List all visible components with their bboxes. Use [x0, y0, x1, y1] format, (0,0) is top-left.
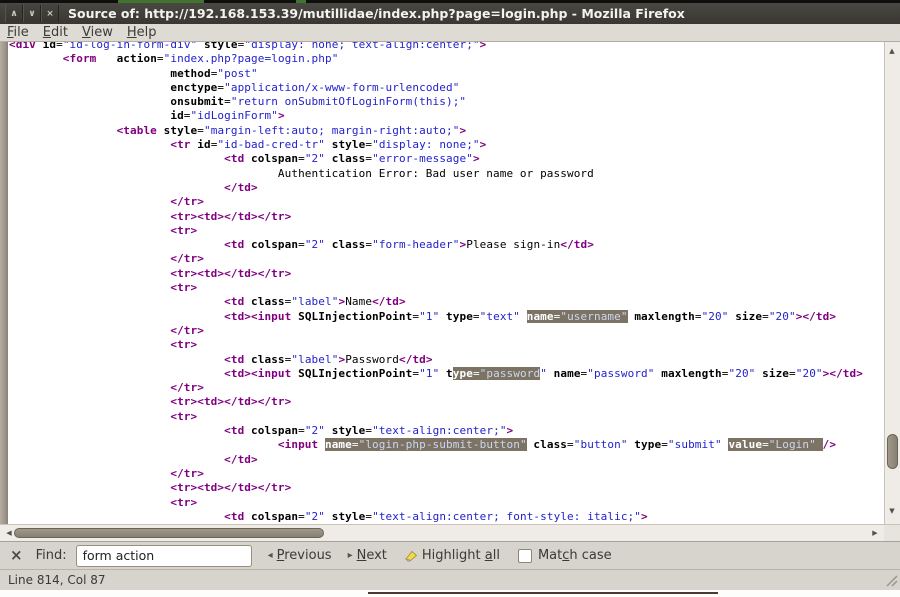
highlight-all-label: Highlight all [422, 548, 500, 563]
source-line: <tr><td></td></tr> [9, 267, 863, 281]
shade-window-button[interactable]: ∧ [5, 5, 23, 22]
source-line: <table style="margin-left:auto; margin-r… [9, 124, 863, 138]
source-line: enctype="application/x-www-form-urlencod… [9, 81, 863, 95]
find-close-icon[interactable]: × [10, 548, 23, 563]
source-line: id="idLoginForm"> [9, 109, 863, 123]
scroll-up-arrow-icon[interactable]: ▲ [885, 44, 899, 58]
source-line: Authentication Error: Bad user name or p… [9, 167, 863, 181]
source-line: <input name="login-php-submit-button" cl… [9, 438, 863, 452]
source-line: </tr> [9, 252, 863, 266]
source-line: <td><input SQLInjectionPoint="1" type="p… [9, 367, 863, 381]
source-line: </tr> [9, 381, 863, 395]
vertical-scrollbar-thumb[interactable] [887, 434, 898, 469]
source-line: </td> [9, 453, 863, 467]
lower-window-button[interactable]: ∨ [23, 5, 41, 22]
horizontal-scrollbar-thumb[interactable] [14, 528, 324, 538]
lower-icon: ∨ [28, 9, 35, 19]
find-input[interactable] [76, 545, 252, 567]
match-case-label: Match case [538, 548, 612, 563]
source-line: <td colspan="2" class="error-message"> [9, 152, 863, 166]
menubar: File Edit View Help [0, 24, 900, 42]
menu-file[interactable]: File [0, 25, 36, 40]
titlebar[interactable]: ∧ ∨ × Source of: http://192.168.153.39/m… [0, 3, 900, 24]
source-line: </tr> [9, 467, 863, 481]
find-label: Find: [36, 548, 67, 563]
menu-edit[interactable]: Edit [36, 25, 75, 40]
menu-help[interactable]: Help [120, 25, 164, 40]
scroll-right-arrow-icon[interactable]: ▶ [868, 526, 882, 540]
source-line: <div id="id-log-in-form-div" style="disp… [9, 42, 863, 52]
source-line: <tr><td></td></tr> [9, 395, 863, 409]
source-line: </tr> [9, 324, 863, 338]
close-icon: × [46, 9, 54, 19]
desktop-bottom-edge [0, 590, 900, 597]
find-next-button[interactable]: ▸ Next [348, 548, 387, 563]
cursor-position-status: Line 814, Col 87 [8, 573, 106, 587]
window-left-border [0, 42, 8, 524]
source-line: <tr> [9, 224, 863, 238]
highlight-all-button[interactable]: Highlight all [403, 548, 500, 563]
scroll-down-arrow-icon[interactable]: ▼ [885, 504, 899, 518]
highlighter-icon [403, 549, 418, 563]
find-toolbar: × Find: ◂ Previous ▸ Next Highlight all … [0, 541, 900, 569]
background-window-edge [368, 592, 718, 594]
source-line: <td colspan="2" class="form-header">Plea… [9, 238, 863, 252]
window-controls: ∧ ∨ × [5, 5, 59, 22]
previous-arrow-icon: ◂ [268, 551, 273, 561]
source-line: method="post" [9, 67, 863, 81]
source-line: </td> [9, 181, 863, 195]
resize-grip-icon[interactable] [885, 574, 898, 587]
next-arrow-icon: ▸ [348, 551, 353, 561]
source-line: <tr> [9, 496, 863, 510]
source-line: onsubmit="return onSubmitOfLoginForm(thi… [9, 95, 863, 109]
source-line: <td class="label">Password</td> [9, 353, 863, 367]
source-code: <div id="id-log-in-form-div" style="disp… [9, 42, 863, 524]
source-line: <tr><td></td></tr> [9, 210, 863, 224]
statusbar: Line 814, Col 87 [0, 569, 900, 590]
source-line: <td class="label">Name</td> [9, 295, 863, 309]
source-line: <tr id="id-bad-cred-tr" style="display: … [9, 138, 863, 152]
source-line: <td colspan="2" style="text-align:center… [9, 510, 863, 524]
scrollbar-corner [884, 524, 900, 541]
source-view[interactable]: <div id="id-log-in-form-div" style="disp… [0, 42, 884, 524]
view-source-window: ∧ ∨ × Source of: http://192.168.153.39/m… [0, 0, 900, 597]
source-line: <td><input SQLInjectionPoint="1" type="t… [9, 310, 863, 324]
find-previous-button[interactable]: ◂ Previous [268, 548, 332, 563]
find-previous-label: Previous [277, 548, 332, 563]
source-line: <td colspan="2" style="text-align:center… [9, 424, 863, 438]
match-case-checkbox[interactable] [518, 549, 532, 563]
source-line: <form action="index.php?page=login.php" [9, 52, 863, 66]
source-line: <tr> [9, 281, 863, 295]
horizontal-scrollbar[interactable]: ◀ ▶ [0, 524, 884, 541]
source-line: <tr> [9, 338, 863, 352]
shade-icon: ∧ [10, 9, 17, 19]
close-window-button[interactable]: × [41, 5, 59, 22]
source-line: <tr> [9, 410, 863, 424]
window-title: Source of: http://192.168.153.39/mutilli… [68, 6, 685, 21]
source-line: <tr><td></td></tr> [9, 481, 863, 495]
menu-view[interactable]: View [75, 25, 120, 40]
vertical-scrollbar[interactable]: ▲ ▼ [884, 42, 900, 524]
find-next-label: Next [357, 548, 387, 563]
source-line: </tr> [9, 195, 863, 209]
match-case-option[interactable]: Match case [518, 548, 612, 563]
